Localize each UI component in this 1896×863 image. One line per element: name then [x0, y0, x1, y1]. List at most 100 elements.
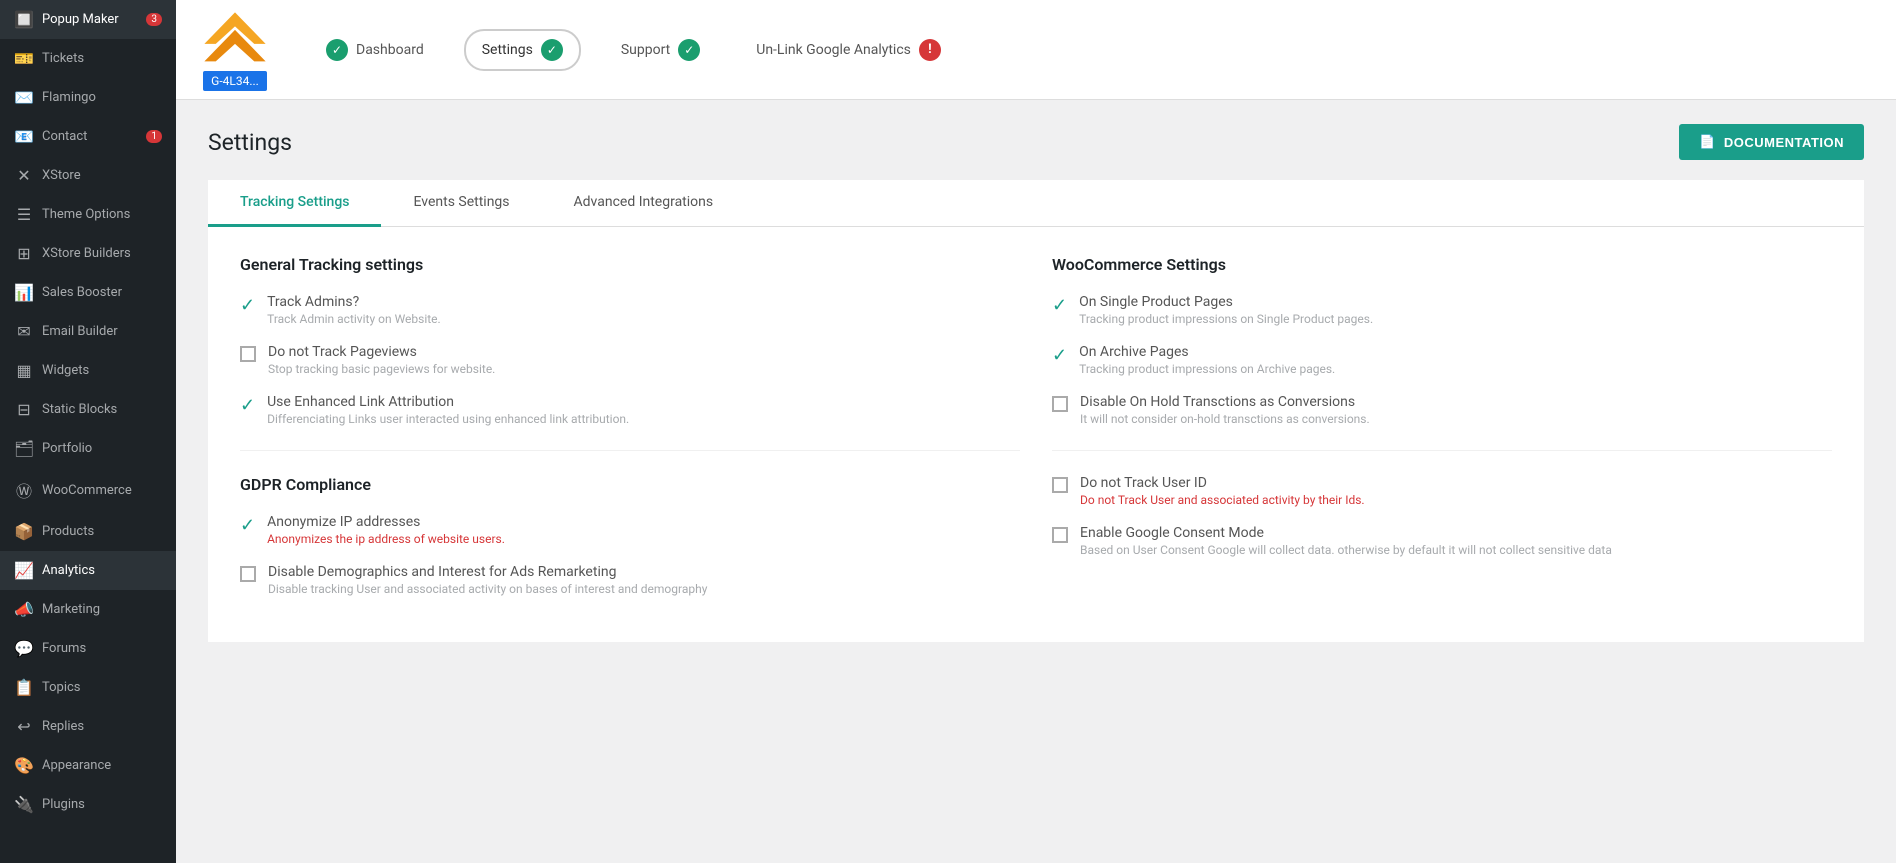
sidebar-label-xstore: XStore — [42, 168, 81, 183]
sidebar-item-replies[interactable]: ↩ Replies — [0, 707, 176, 746]
setting-item-anonymize-ip: ✓ Anonymize IP addresses Anonymizes the … — [240, 514, 1020, 546]
widgets-icon: ▦ — [14, 361, 34, 380]
sidebar-item-sales-booster[interactable]: 📊 Sales Booster — [0, 273, 176, 312]
tickets-icon: 🎫 — [14, 49, 34, 68]
tab-events[interactable]: Events Settings — [381, 180, 541, 227]
enhanced-link-desc: Differenciating Links user interacted us… — [267, 412, 629, 426]
single-product-check-icon: ✓ — [1052, 295, 1067, 316]
single-product-label: On Single Product Pages — [1079, 294, 1373, 310]
disable-demographics-checkbox[interactable] — [240, 566, 256, 582]
anonymize-ip-check-icon: ✓ — [240, 515, 255, 536]
dashboard-label: Dashboard — [356, 42, 424, 58]
static-blocks-icon: ⊟ — [14, 400, 34, 419]
no-pageviews-desc: Stop tracking basic pageviews for websit… — [268, 362, 495, 376]
products-icon: 📦 — [14, 522, 34, 541]
sidebar-item-popup-maker[interactable]: 🔲 Popup Maker 3 — [0, 0, 176, 39]
gdpr-title: GDPR Compliance — [240, 475, 1020, 494]
contact-icon: 📧 — [14, 127, 34, 146]
tracking-id-badge[interactable]: G-4L34... — [203, 71, 267, 91]
sidebar-item-theme-options[interactable]: ☰ Theme Options — [0, 195, 176, 234]
sidebar-item-tickets[interactable]: 🎫 Tickets — [0, 39, 176, 78]
doc-button-label: DOCUMENTATION — [1724, 135, 1844, 150]
settings-check-icon: ✓ — [541, 39, 563, 61]
sidebar-item-flamingo[interactable]: ✉️ Flamingo — [0, 78, 176, 117]
disable-demographics-label: Disable Demographics and Interest for Ad… — [268, 564, 707, 580]
sidebar-label-woocommerce: WooCommerce — [42, 483, 132, 498]
sidebar-label-theme-options: Theme Options — [42, 207, 130, 222]
tabs-bar: Tracking Settings Events Settings Advanc… — [208, 180, 1864, 227]
sidebar-item-widgets[interactable]: ▦ Widgets — [0, 351, 176, 390]
sidebar-item-appearance[interactable]: 🎨 Appearance — [0, 746, 176, 785]
settings-panel: General Tracking settings ✓ Track Admins… — [208, 227, 1864, 642]
theme-options-icon: ☰ — [14, 205, 34, 224]
sidebar-label-analytics: Analytics — [42, 563, 95, 578]
top-tab-unlink[interactable]: Un-Link Google Analytics ! — [740, 31, 957, 69]
no-track-user-id-desc: Do not Track User and associated activit… — [1080, 493, 1365, 507]
consent-mode-checkbox[interactable] — [1052, 527, 1068, 543]
no-pageviews-checkbox[interactable] — [240, 346, 256, 362]
sidebar-label-tickets: Tickets — [42, 51, 84, 66]
single-product-desc: Tracking product impressions on Single P… — [1079, 312, 1373, 326]
top-tab-settings[interactable]: Settings ✓ — [464, 29, 581, 71]
forums-icon: 💬 — [14, 639, 34, 658]
consent-mode-label: Enable Google Consent Mode — [1080, 525, 1612, 541]
sidebar-item-forums[interactable]: 💬 Forums — [0, 629, 176, 668]
right-divider — [1052, 450, 1832, 451]
disable-demographics-desc: Disable tracking User and associated act… — [268, 582, 707, 596]
sidebar-item-xstore[interactable]: ✕ XStore — [0, 156, 176, 195]
general-tracking-section: General Tracking settings ✓ Track Admins… — [240, 255, 1020, 426]
sidebar-item-analytics[interactable]: 📈 Analytics — [0, 551, 176, 590]
replies-icon: ↩ — [14, 717, 34, 736]
popup-maker-icon: 🔲 — [14, 10, 34, 29]
top-tab-support[interactable]: Support ✓ — [605, 31, 716, 69]
setting-item-disable-on-hold: Disable On Hold Transctions as Conversio… — [1052, 394, 1832, 426]
sidebar-item-portfolio[interactable]: 🗂 Portfolio — [0, 429, 176, 468]
sidebar-item-topics[interactable]: 📋 Topics — [0, 668, 176, 707]
top-nav-tabs: ✓ Dashboard Settings ✓ Support ✓ Un-Link… — [310, 29, 1872, 71]
sidebar-label-email-builder: Email Builder — [42, 324, 118, 339]
sidebar-label-portfolio: Portfolio — [42, 441, 92, 456]
sidebar-label-plugins: Plugins — [42, 797, 85, 812]
setting-item-single-product: ✓ On Single Product Pages Tracking produ… — [1052, 294, 1832, 326]
gdpr-section: GDPR Compliance ✓ Anonymize IP addresses… — [240, 475, 1020, 596]
sidebar-label-products: Products — [42, 524, 94, 539]
sidebar-item-static-blocks[interactable]: ⊟ Static Blocks — [0, 390, 176, 429]
no-pageviews-label: Do not Track Pageviews — [268, 344, 495, 360]
tab-tracking[interactable]: Tracking Settings — [208, 180, 381, 227]
setting-item-enhanced-link: ✓ Use Enhanced Link Attribution Differen… — [240, 394, 1020, 426]
track-admins-desc: Track Admin activity on Website. — [267, 312, 441, 326]
sidebar-item-email-builder[interactable]: ✉ Email Builder — [0, 312, 176, 351]
tab-advanced[interactable]: Advanced Integrations — [542, 180, 746, 227]
flamingo-icon: ✉️ — [14, 88, 34, 107]
setting-item-no-pageviews: Do not Track Pageviews Stop tracking bas… — [240, 344, 1020, 376]
no-track-user-id-label: Do not Track User ID — [1080, 475, 1365, 491]
sidebar-item-xstore-builders[interactable]: ⊞ XStore Builders — [0, 234, 176, 273]
topics-icon: 📋 — [14, 678, 34, 697]
page-title: Settings — [208, 129, 292, 156]
sidebar-label-widgets: Widgets — [42, 363, 89, 378]
unlink-exclaim-icon: ! — [919, 39, 941, 61]
sidebar-label-flamingo: Flamingo — [42, 90, 96, 105]
sidebar-item-woocommerce[interactable]: Ⓦ WooCommerce — [0, 468, 176, 512]
sidebar-item-marketing[interactable]: 📣 Marketing — [0, 590, 176, 629]
sidebar-label-sales-booster: Sales Booster — [42, 285, 122, 300]
enhanced-link-label: Use Enhanced Link Attribution — [267, 394, 629, 410]
settings-grid: General Tracking settings ✓ Track Admins… — [240, 255, 1832, 614]
sidebar-label-appearance: Appearance — [42, 758, 111, 773]
anonymize-ip-desc: Anonymizes the ip address of website use… — [267, 532, 505, 546]
top-tab-dashboard[interactable]: ✓ Dashboard — [310, 31, 440, 69]
topbar: G-4L34... ✓ Dashboard Settings ✓ Support… — [176, 0, 1896, 100]
documentation-button[interactable]: 📄 DOCUMENTATION — [1679, 124, 1864, 160]
contact-badge: 1 — [146, 130, 162, 143]
setting-item-consent-mode: Enable Google Consent Mode Based on User… — [1052, 525, 1832, 557]
sidebar: 🔲 Popup Maker 3 🎫 Tickets ✉️ Flamingo 📧 … — [0, 0, 176, 863]
sidebar-item-plugins[interactable]: 🔌 Plugins — [0, 785, 176, 824]
no-track-user-id-checkbox[interactable] — [1052, 477, 1068, 493]
sidebar-item-products[interactable]: 📦 Products — [0, 512, 176, 551]
xstore-builders-icon: ⊞ — [14, 244, 34, 263]
sidebar-item-contact[interactable]: 📧 Contact 1 — [0, 117, 176, 156]
disable-on-hold-desc: It will not consider on-hold transctions… — [1080, 412, 1370, 426]
setting-item-disable-demographics: Disable Demographics and Interest for Ad… — [240, 564, 1020, 596]
main-area: G-4L34... ✓ Dashboard Settings ✓ Support… — [176, 0, 1896, 863]
disable-on-hold-checkbox[interactable] — [1052, 396, 1068, 412]
